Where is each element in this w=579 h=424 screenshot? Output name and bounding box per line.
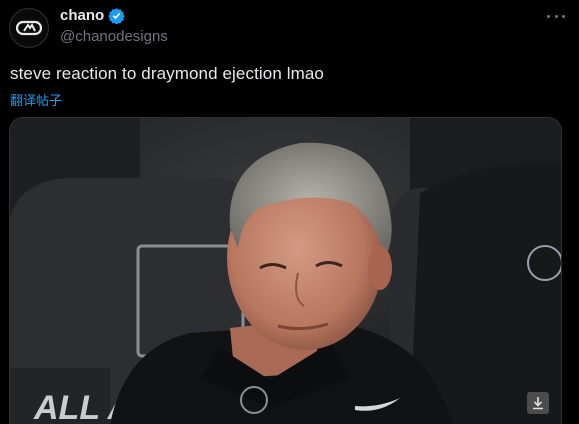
translate-post-link[interactable]: 翻译帖子: [10, 90, 62, 109]
post-media-image[interactable]: ALL AC: [9, 117, 562, 424]
more-options-icon[interactable]: [545, 8, 567, 24]
author-avatar[interactable]: [9, 8, 49, 48]
author-name-row: chano: [60, 7, 125, 24]
chano-logo-icon: [16, 20, 42, 36]
post-header: chano @chanodesigns: [0, 0, 579, 58]
author-display-name[interactable]: chano: [60, 7, 104, 24]
post-text: steve reaction to draymond ejection lmao: [10, 64, 324, 83]
download-icon[interactable]: [527, 392, 549, 414]
author-handle[interactable]: @chanodesigns: [60, 28, 168, 45]
media-photo: ALL AC: [10, 118, 561, 424]
download-arrow-icon: [533, 397, 543, 410]
verified-badge-icon: [108, 8, 125, 24]
